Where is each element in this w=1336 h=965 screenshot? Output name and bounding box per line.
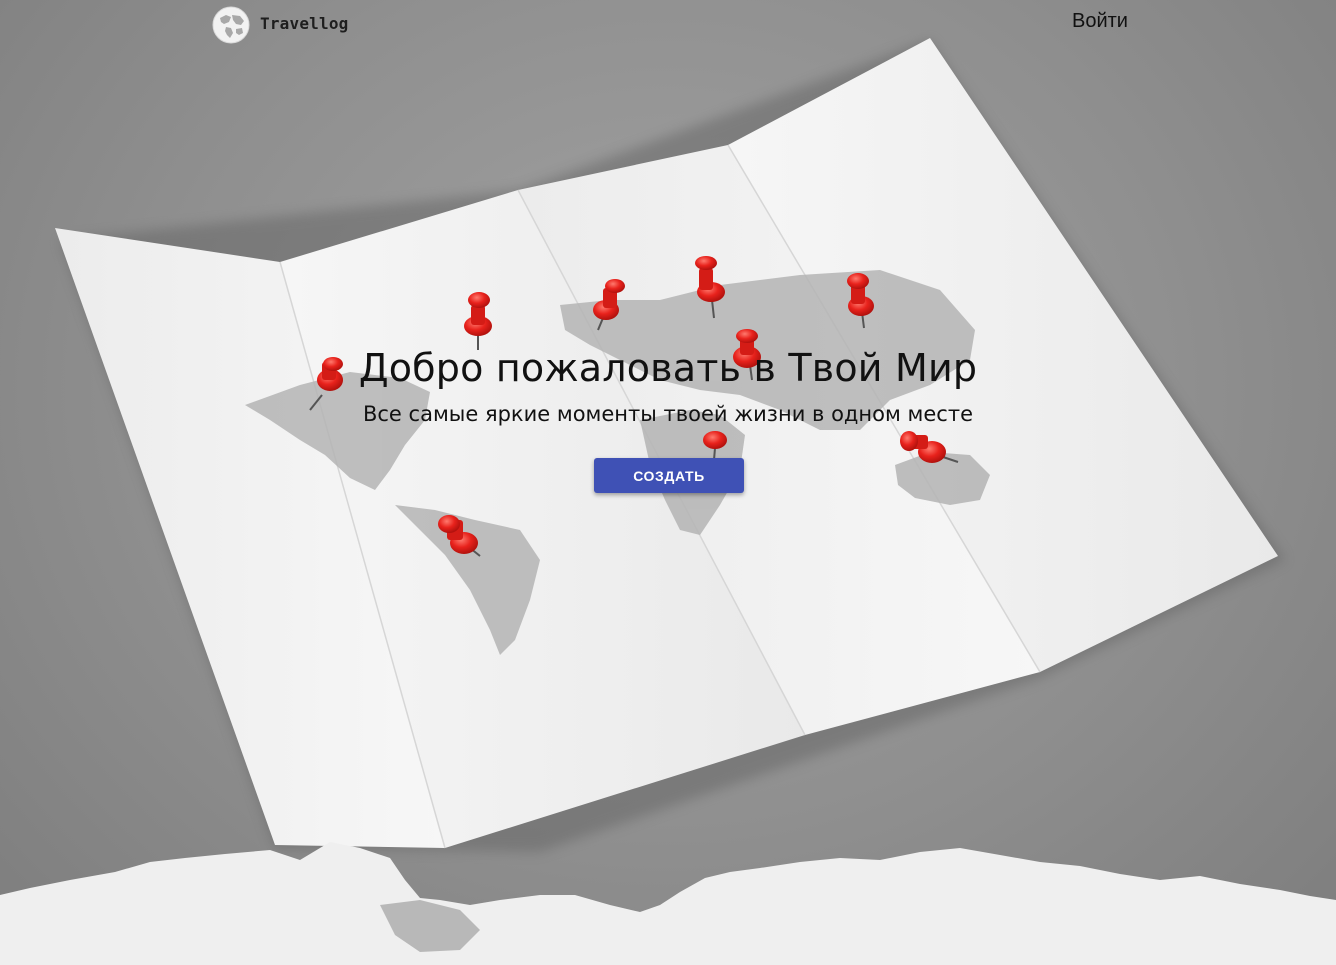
hero-title: Добро пожаловать в Твой Мир: [358, 346, 978, 390]
logo-link[interactable]: Travellog: [212, 6, 349, 44]
top-navbar: Travellog Войти: [0, 0, 1336, 50]
hero-section: Добро пожаловать в Твой Мир Все самые яр…: [268, 340, 1068, 432]
hero-subtitle: Все самые яркие моменты твоей жизни в од…: [362, 402, 973, 426]
create-button[interactable]: СОЗДАТЬ: [594, 458, 744, 493]
globe-icon: [212, 6, 250, 44]
logo-text: Travellog: [260, 13, 349, 33]
login-link[interactable]: Войти: [1060, 10, 1140, 33]
